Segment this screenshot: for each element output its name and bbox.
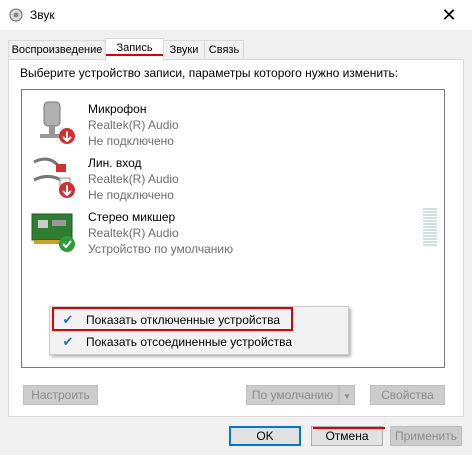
device-driver: Realtek(R) Audio (88, 226, 179, 240)
device-item-stereo-mixer[interactable]: Стерео микшер Realtek(R) Audio Устройств… (30, 208, 430, 262)
close-icon: ✕ (441, 5, 457, 25)
title-bar: Звук ✕ (0, 0, 472, 30)
default-device-badge (59, 236, 75, 252)
set-default-button[interactable]: По умолчанию (246, 385, 339, 405)
device-status: Не подключено (88, 134, 174, 148)
line-in-cable-icon (33, 157, 75, 198)
set-default-dropdown[interactable]: ▼ (339, 385, 355, 405)
configure-button[interactable]: Настроить (23, 385, 98, 405)
device-status: Устройство по умолчанию (88, 242, 234, 256)
cancel-highlight (313, 427, 385, 429)
menu-highlight-frame (52, 307, 293, 331)
tab-recording[interactable]: Запись (105, 38, 164, 61)
menu-item-label: Показать отсоединенные устройства (86, 335, 293, 349)
tab-sounds[interactable]: Звуки (163, 40, 205, 60)
checkmark-icon: ✔ (62, 334, 74, 349)
device-status: Не подключено (88, 188, 174, 202)
device-name: Лин. вход (88, 156, 142, 170)
ok-button[interactable]: OK (229, 426, 301, 446)
instruction-text: Выберите устройство записи, параметры ко… (20, 66, 399, 80)
menu-item-show-disconnected[interactable]: ✔ Показать отсоединенные устройства (52, 332, 344, 352)
speaker-icon (9, 8, 23, 22)
chevron-down-icon: ▼ (343, 392, 351, 401)
tab-playback[interactable]: Воспроизведение (8, 40, 106, 60)
tab-communications[interactable]: Связь (204, 40, 244, 60)
device-item-microphone[interactable]: Микрофон Realtek(R) Audio Не подключено (30, 100, 430, 154)
device-name: Микрофон (88, 102, 147, 116)
device-item-line-in[interactable]: Лин. вход Realtek(R) Audio Не подключено (30, 154, 430, 208)
sound-card-icon (31, 213, 75, 252)
cancel-button[interactable]: Отмена (311, 426, 383, 446)
device-name: Стерео микшер (88, 210, 176, 224)
level-meter (423, 208, 437, 248)
properties-button[interactable]: Свойства (370, 385, 445, 405)
device-driver: Realtek(R) Audio (88, 172, 179, 186)
window-title: Звук (30, 8, 55, 22)
apply-button[interactable]: Применить (390, 426, 462, 446)
close-button[interactable]: ✕ (426, 0, 472, 30)
microphone-icon (40, 101, 75, 144)
tab-highlight (106, 54, 163, 56)
device-driver: Realtek(R) Audio (88, 118, 179, 132)
